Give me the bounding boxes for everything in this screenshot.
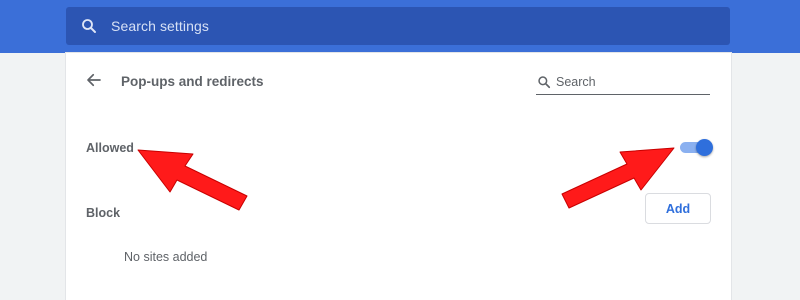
settings-page: Search settings Pop-ups and redirects Se… (0, 0, 800, 300)
add-button[interactable]: Add (645, 193, 711, 224)
block-label: Block (86, 206, 121, 220)
allowed-row: Allowed (66, 131, 731, 163)
back-arrow-icon (85, 71, 103, 94)
card-search[interactable] (536, 69, 710, 95)
settings-card: Pop-ups and redirects Allowed Block Add (66, 53, 731, 300)
toggle-knob (696, 139, 713, 156)
search-input[interactable] (556, 74, 696, 89)
page-title: Pop-ups and redirects (121, 74, 264, 89)
back-button[interactable] (84, 72, 104, 92)
search-settings-bar[interactable]: Search settings (66, 7, 730, 45)
no-sites-message: No sites added (124, 250, 208, 264)
block-row: Block Add (66, 193, 731, 233)
search-settings-placeholder: Search settings (111, 18, 209, 34)
search-icon (79, 16, 99, 36)
search-icon (536, 74, 552, 90)
allowed-label: Allowed (86, 141, 134, 155)
card-header: Pop-ups and redirects (66, 53, 731, 109)
allowed-toggle[interactable] (678, 139, 713, 156)
top-bar: Search settings (0, 0, 800, 53)
